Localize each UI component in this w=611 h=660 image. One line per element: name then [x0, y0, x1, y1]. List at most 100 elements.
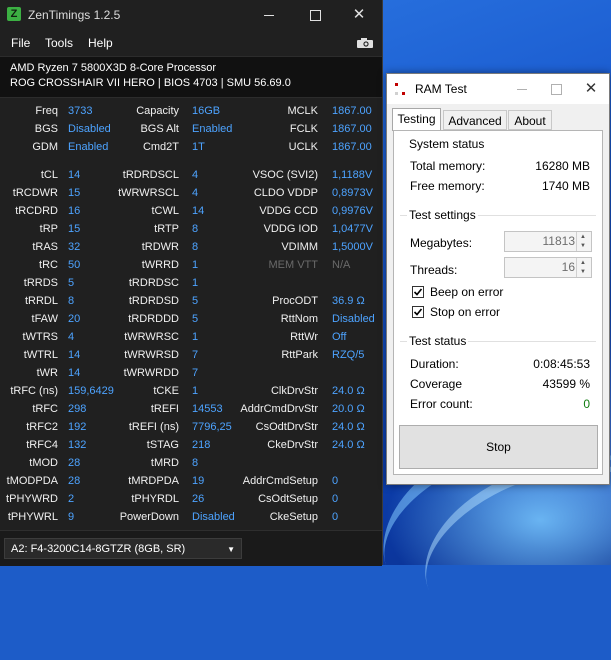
test-status-group: Test status Duration: 0:08:45:53 Coverag… [400, 334, 596, 417]
timing-label: RttNom [280, 313, 318, 325]
ramtest-titlebar[interactable]: RAM Test ✕ [387, 74, 609, 104]
stop-on-error-label[interactable]: Stop on error [430, 305, 500, 319]
module-bar: A2: F4-3200C14-8GTZR (8GB, SR) ▼ [0, 530, 382, 566]
maximize-icon [309, 10, 321, 22]
chevron-down-icon[interactable]: ▼ [580, 243, 586, 249]
timing-value: Disabled [332, 313, 375, 325]
timing-value: 24.0 Ω [332, 421, 365, 433]
checkmark-icon [413, 308, 423, 316]
ramtest-maximize-button[interactable] [539, 74, 573, 104]
window-title: ZenTimings 1.2.5 [28, 8, 121, 22]
chevron-up-icon[interactable]: ▲ [580, 234, 586, 240]
timing-label: VDDG IOD [263, 223, 318, 235]
cpu-name: AMD Ryzen 7 5800X3D 8-Core Processor [10, 62, 217, 74]
menu-file[interactable]: File [11, 36, 30, 50]
timing-label: tRP [39, 223, 58, 235]
timing-value: Off [332, 331, 347, 343]
timing-label: CkeDrvStr [267, 439, 318, 451]
timing-value: 1867.00 [332, 141, 372, 153]
timing-value: 1 [192, 277, 199, 289]
error-count-value: 0 [583, 397, 590, 411]
minimize-button[interactable] [246, 0, 292, 30]
timing-label: tWTRS [22, 331, 58, 343]
timing-label: CsOdtDrvStr [255, 421, 318, 433]
camera-icon[interactable] [357, 38, 373, 48]
timing-label: tRDRDDD [128, 313, 179, 325]
coverage-value: 43599 % [542, 377, 590, 391]
ramtest-close-button[interactable]: ✕ [573, 74, 609, 104]
beep-on-error-label[interactable]: Beep on error [430, 285, 503, 299]
stop-on-error-checkbox[interactable] [412, 306, 424, 318]
tab-advanced[interactable]: Advanced [443, 110, 507, 130]
timing-label: ClkDrvStr [270, 385, 318, 397]
timing-label: tREFI [150, 403, 179, 415]
timing-label: tWRWRSC [124, 331, 179, 343]
memory-module-select[interactable]: A2: F4-3200C14-8GTZR (8GB, SR) ▼ [4, 538, 242, 559]
timing-value: 0 [332, 493, 339, 505]
stop-button[interactable]: Stop [399, 425, 598, 469]
timing-label: tFAW [31, 313, 58, 325]
timing-label: MEM VTT [268, 259, 319, 271]
zentimings-titlebar[interactable]: Z ZenTimings 1.2.5 ✕ [0, 0, 382, 30]
timing-label: tCWL [151, 205, 180, 217]
ramtest-title: RAM Test [415, 82, 467, 96]
threads-stepper[interactable]: ▲ ▼ [576, 258, 591, 277]
timing-label: tRRDL [24, 295, 58, 307]
error-count-label: Error count: [410, 397, 473, 411]
timing-label: CsOdtSetup [258, 493, 318, 505]
timing-value: N/A [332, 259, 351, 271]
timing-label: ProcODT [272, 295, 318, 307]
timing-label: VDDG CCD [259, 205, 318, 217]
beep-on-error-checkbox[interactable] [412, 286, 424, 298]
timing-label: tRFC2 [26, 421, 58, 433]
threads-input[interactable]: 16 ▲ ▼ [504, 257, 592, 278]
timing-value: 1867.00 [332, 105, 372, 117]
maximize-button[interactable] [292, 0, 338, 30]
timing-value: 24.0 Ω [332, 439, 365, 451]
memory-module-value: A2: F4-3200C14-8GTZR (8GB, SR) [11, 543, 186, 555]
timing-label: MCLK [287, 105, 318, 117]
timing-label: Cmd2T [142, 141, 179, 153]
timing-label: tWRRD [141, 259, 179, 271]
timing-value: 8 [192, 457, 199, 469]
menu-help[interactable]: Help [88, 36, 113, 50]
timing-label: BGS [34, 123, 58, 135]
timing-label: tRFC (ns) [10, 385, 58, 397]
close-icon: ✕ [352, 6, 366, 23]
system-info-panel: AMD Ryzen 7 5800X3D 8-Core Processor ROG… [0, 56, 382, 98]
timing-label: tRFC4 [26, 439, 58, 451]
close-icon: ✕ [584, 80, 598, 97]
free-memory-value: 1740 MB [541, 179, 590, 193]
timing-label: tRDRDSD [128, 295, 179, 307]
timing-value: 20.0 Ω [332, 403, 365, 415]
megabytes-input[interactable]: 11813 ▲ ▼ [504, 231, 592, 252]
timing-label: tWR [36, 367, 58, 379]
timing-label: PowerDown [119, 511, 179, 523]
timing-label: AddrCmdDrvStr [240, 403, 318, 415]
timing-value: RZQ/5 [332, 349, 365, 361]
group-title: Test status [407, 334, 469, 348]
timing-label: tCL [40, 169, 58, 181]
timing-label: tRC [39, 259, 58, 271]
timing-label: VDIMM [281, 241, 318, 253]
close-button[interactable]: ✕ [336, 0, 382, 30]
tab-about[interactable]: About [508, 110, 552, 130]
timing-label: tSTAG [146, 439, 179, 451]
chevron-down-icon[interactable]: ▼ [580, 269, 586, 275]
threads-label: Threads: [410, 263, 458, 277]
total-memory-value: 16280 MB [535, 159, 590, 173]
menu-tools[interactable]: Tools [45, 36, 73, 50]
timing-label: tRDRDSCL [122, 169, 179, 181]
timing-label: tRDRDSC [128, 277, 179, 289]
chevron-up-icon[interactable]: ▲ [580, 260, 586, 266]
duration-label: Duration: [410, 357, 459, 371]
tab-testing[interactable]: Testing [392, 108, 441, 131]
timing-label: tREFI (ns) [128, 421, 179, 433]
timing-label: tCKE [153, 385, 179, 397]
timing-label: tMOD [29, 457, 58, 469]
timing-value: 0 [332, 511, 339, 523]
ramtest-minimize-button[interactable] [505, 74, 539, 104]
megabytes-stepper[interactable]: ▲ ▼ [576, 232, 591, 251]
timing-label: tRCDWR [12, 187, 58, 199]
minimize-icon [264, 15, 274, 17]
